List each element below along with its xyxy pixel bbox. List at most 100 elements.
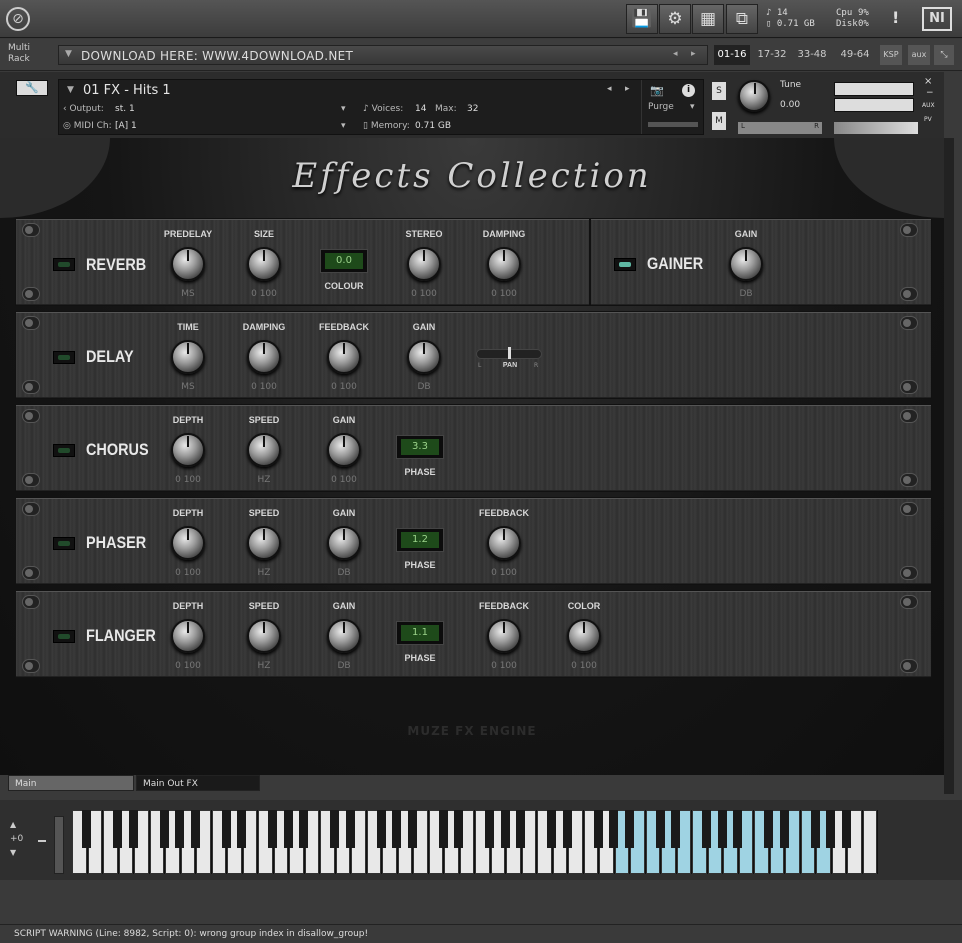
page-tab-4[interactable]: 49-64 [836,45,874,65]
tune-knob[interactable] [738,80,770,112]
black-key[interactable] [779,810,789,848]
delay-gain-knob[interactable] [407,340,441,374]
phaser-depth-knob[interactable] [171,526,205,560]
solo-button[interactable]: S [712,82,726,100]
black-key[interactable] [547,810,557,848]
black-key[interactable] [826,810,836,848]
flanger-color-knob[interactable] [567,619,601,653]
aux-button[interactable]: aux [908,45,930,65]
black-key[interactable] [500,810,510,848]
black-key[interactable] [376,810,386,848]
gainer-gain-knob[interactable] [729,247,763,281]
white-key[interactable] [862,810,877,874]
max-value[interactable]: 32 [467,104,478,114]
minus-icon[interactable] [38,840,46,842]
time-knob[interactable] [171,340,205,374]
black-key[interactable] [221,810,231,848]
black-key[interactable] [841,810,851,848]
black-key[interactable] [764,810,774,848]
wrench-icon[interactable]: 🔧 [16,80,48,96]
predelay-knob[interactable] [171,247,205,281]
chorus-phase-display[interactable]: 3.3 [396,435,444,459]
multi-name-field[interactable]: ▼ DOWNLOAD HERE: WWW.4DOWNLOAD.NET ◂ ▸ [58,45,708,65]
warning-icon[interactable]: ! [892,8,899,27]
pan-slider[interactable]: L R [738,122,822,134]
black-key[interactable] [190,810,200,848]
aux-label[interactable]: AUX [922,102,935,109]
resize-icon[interactable]: ⧉ [726,4,758,34]
stereo-knob[interactable] [407,247,441,281]
flanger-feedback-knob[interactable] [487,619,521,653]
flanger-speed-knob[interactable] [247,619,281,653]
purge-dropdown-icon[interactable]: ▾ [690,102,695,112]
black-key[interactable] [237,810,247,848]
phaser-gain-knob[interactable] [327,526,361,560]
view-icon[interactable]: ▦ [692,4,724,34]
black-key[interactable] [113,810,123,848]
flanger-power-led[interactable] [53,630,75,643]
pitch-wheel[interactable] [54,816,64,874]
black-key[interactable] [516,810,526,848]
info-icon[interactable]: i [682,84,695,97]
black-key[interactable] [655,810,665,848]
pan-slider-handle[interactable] [508,347,511,359]
gainer-power-led[interactable] [614,258,636,271]
octave-up-icon[interactable]: ▲ [10,820,16,829]
chorus-gain-knob[interactable] [327,433,361,467]
chevron-down-icon[interactable]: ▼ [67,85,74,95]
black-key[interactable] [159,810,169,848]
volume-slider[interactable] [834,122,918,134]
black-key[interactable] [392,810,402,848]
reverb-power-led[interactable] [53,258,75,271]
flanger-depth-knob[interactable] [171,619,205,653]
close-icon[interactable]: × [924,76,932,87]
black-key[interactable] [268,810,278,848]
page-tab-1[interactable]: 01-16 [714,45,750,65]
midi-value[interactable]: [A] 1 [115,121,137,131]
camera-icon[interactable]: 📷 [650,84,664,97]
chorus-power-led[interactable] [53,444,75,457]
save-icon[interactable]: 💾 [626,4,658,34]
black-key[interactable] [345,810,355,848]
pan-slider-track[interactable] [476,347,542,359]
black-key[interactable] [454,810,464,848]
black-key[interactable] [593,810,603,848]
black-key[interactable] [128,810,138,848]
chorus-speed-knob[interactable] [247,433,281,467]
black-key[interactable] [175,810,185,848]
next-arrow-icon[interactable]: ▸ [691,49,696,59]
delay-power-led[interactable] [53,351,75,364]
damping-knob[interactable] [487,247,521,281]
tab-main[interactable]: Main [8,775,134,791]
black-key[interactable] [485,810,495,848]
colour-display[interactable]: 0.0 [320,249,368,273]
phaser-feedback-knob[interactable] [487,526,521,560]
purge-button[interactable]: Purge [648,102,674,112]
feedback-knob[interactable] [327,340,361,374]
black-key[interactable] [810,810,820,848]
black-key[interactable] [671,810,681,848]
output-value[interactable]: st. 1 [115,104,135,114]
size-knob[interactable] [247,247,281,281]
prev-instrument-icon[interactable]: ◂ [607,84,612,94]
phaser-speed-knob[interactable] [247,526,281,560]
ni-logo[interactable]: NI [922,7,952,31]
black-key[interactable] [407,810,417,848]
output-dropdown-icon[interactable]: ▾ [341,104,346,114]
mute-button[interactable]: M [712,112,726,130]
octave-down-icon[interactable]: ▼ [10,848,16,857]
black-key[interactable] [562,810,572,848]
black-key[interactable] [299,810,309,848]
black-key[interactable] [717,810,727,848]
tab-main-out-fx[interactable]: Main Out FX [136,775,260,791]
minimize-button[interactable]: − [926,88,934,98]
page-tab-3[interactable]: 33-48 [794,45,830,65]
instrument-name[interactable]: 01 FX - Hits 1 [83,83,171,98]
black-key[interactable] [438,810,448,848]
chorus-depth-knob[interactable] [171,433,205,467]
kontakt-logo[interactable]: ⊘ [6,7,30,31]
piano-keyboard[interactable] [72,810,878,874]
prev-arrow-icon[interactable]: ◂ [673,49,678,59]
black-key[interactable] [82,810,92,848]
black-key[interactable] [624,810,634,848]
